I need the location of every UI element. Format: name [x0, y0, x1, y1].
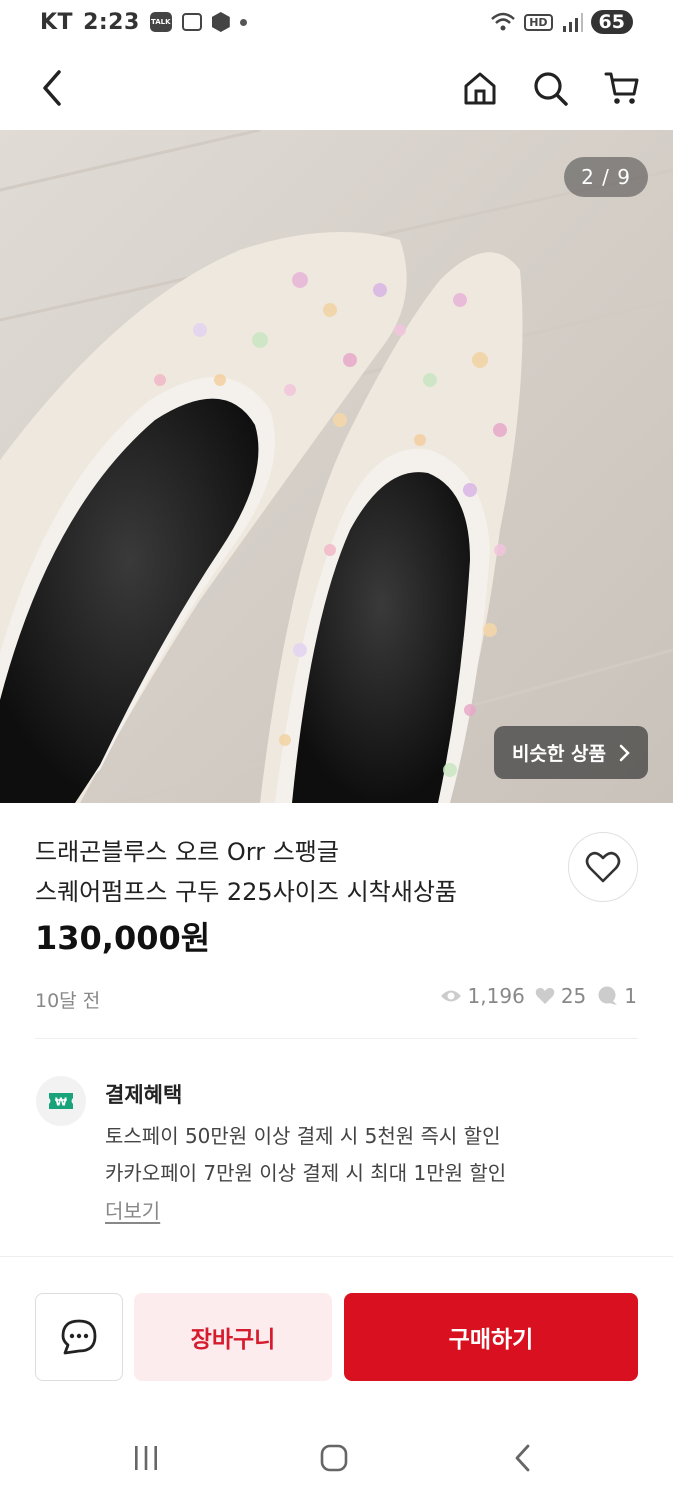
home-icon [464, 72, 496, 105]
payment-benefit-icon: ₩ [36, 1076, 86, 1126]
recent-apps-button[interactable] [126, 1438, 166, 1478]
wifi-icon [491, 12, 516, 31]
views-stat: 1,196 [440, 984, 525, 1008]
screenshot-notification-icon [181, 13, 202, 31]
product-image-gallery[interactable]: 2 / 9 비슷한 상품 [0, 130, 673, 803]
likes-stat: 25 [535, 984, 586, 1008]
heart-filled-icon [535, 987, 555, 1004]
status-bar: KT 2:23 TALK HD 65 [0, 0, 673, 44]
top-nav [0, 52, 673, 124]
back-system-button[interactable] [503, 1438, 543, 1478]
won-ticket-icon: ₩ [49, 1093, 73, 1109]
product-photo [0, 130, 673, 803]
more-benefits-link[interactable]: 더보기 [105, 1195, 160, 1224]
likes-count: 25 [560, 984, 587, 1008]
chats-count: 1 [624, 984, 637, 1008]
app-notification-icon [211, 12, 230, 32]
similar-products-button[interactable]: 비슷한 상품 [493, 726, 648, 779]
product-title-line1: 드래곤블루스 오르 Orr 스팽글 [35, 838, 339, 866]
add-to-cart-button[interactable]: 장바구니 [134, 1293, 332, 1381]
search-icon [534, 72, 568, 106]
hd-voice-icon: HD [524, 13, 553, 31]
buy-now-button[interactable]: 구매하기 [344, 1293, 638, 1381]
image-counter: 2 / 9 [564, 157, 648, 197]
chat-button[interactable] [35, 1293, 123, 1381]
search-button[interactable] [526, 64, 574, 112]
product-title-line2: 스퀘어펌프스 구두 225사이즈 시착새상품 [35, 878, 457, 906]
views-count: 1,196 [467, 984, 525, 1008]
battery-indicator: 65 [590, 10, 633, 34]
like-button[interactable] [568, 832, 638, 902]
cart-icon [604, 72, 639, 104]
system-navigation-bar [0, 1420, 673, 1500]
carrier-label: KT [40, 9, 74, 35]
chat-bubble-icon [598, 986, 618, 1005]
talk-notification-icon: TALK [149, 12, 172, 32]
benefit-title: 결제혜택 [105, 1083, 183, 1107]
home-square-icon [320, 1444, 348, 1472]
cart-nav-button[interactable] [598, 64, 646, 112]
similar-products-label: 비슷한 상품 [511, 743, 606, 765]
benefit-line-kakao: 카카오페이 7만원 이상 결제 시 최대 1만원 할인 [105, 1161, 507, 1185]
home-system-button[interactable] [314, 1438, 354, 1478]
product-title: 드래곤블루스 오르 Orr 스팽글 스퀘어펌프스 구두 225사이즈 시착새상품 [35, 832, 535, 912]
home-button[interactable] [456, 64, 504, 112]
back-button[interactable] [28, 64, 76, 112]
won-symbol: ₩ [55, 1096, 67, 1109]
product-stats: 1,196 25 1 [440, 984, 637, 1008]
benefit-line-toss: 토스페이 50만원 이상 결제 시 5천원 즉시 할인 [105, 1124, 501, 1148]
status-time: 2:23 [83, 9, 140, 35]
divider [35, 1038, 638, 1039]
heart-icon [585, 851, 621, 883]
recent-apps-icon [135, 1446, 157, 1470]
section-divider [0, 1256, 673, 1257]
posted-time: 10달 전 [35, 990, 101, 1012]
chat-icon [61, 1319, 97, 1355]
signal-icon [562, 13, 583, 32]
product-price: 130,000원 [35, 919, 211, 957]
eye-icon [440, 990, 461, 1002]
more-notifications-icon [239, 18, 247, 26]
back-chevron-icon [515, 1444, 530, 1472]
back-arrow-icon [43, 70, 61, 106]
chevron-right-icon [619, 744, 630, 761]
chats-stat: 1 [596, 984, 637, 1008]
